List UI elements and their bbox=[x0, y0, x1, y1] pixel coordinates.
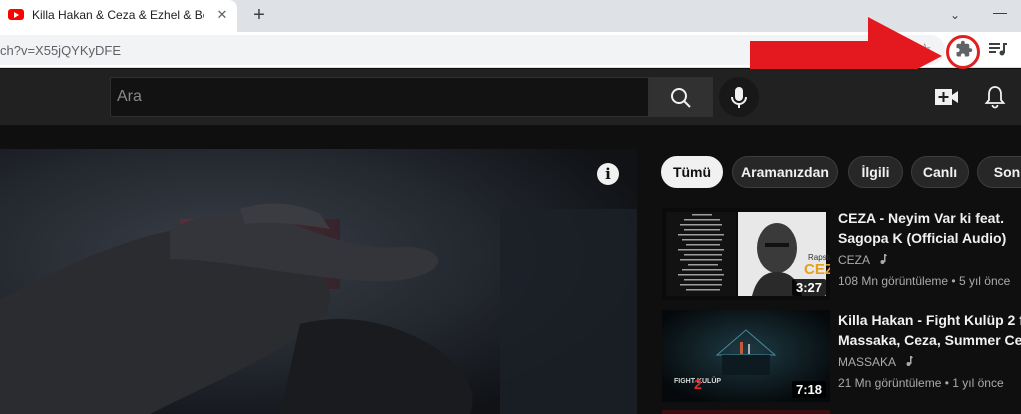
recommendation-item[interactable]: FIGHT KULÜP 2 7:18 Killa Hakan - Fight K… bbox=[662, 310, 1021, 402]
duration-badge: 7:18 bbox=[791, 381, 826, 398]
channel-name[interactable]: CEZA bbox=[838, 253, 887, 267]
recommendation-item[interactable]: Rapstar CEZA 3:27 CEZA - Neyim Var ki fe… bbox=[662, 208, 1021, 300]
video-thumbnail[interactable]: FIGHT KULÜP 2 7:18 bbox=[662, 310, 830, 402]
search-input[interactable] bbox=[111, 78, 648, 116]
chip-related[interactable]: İlgili bbox=[848, 156, 903, 188]
voice-search-button[interactable] bbox=[719, 77, 759, 117]
music-note-icon bbox=[906, 356, 913, 366]
video-meta: 108 Mn görüntüleme • 5 yıl önce bbox=[838, 274, 1011, 288]
info-icon[interactable]: i bbox=[597, 163, 619, 185]
filter-chips: Tümü Aramanızdan İlgili Canlı Son bbox=[661, 156, 1021, 190]
youtube-header bbox=[0, 69, 1021, 125]
video-meta: 21 Mn görüntüleme • 1 yıl önce bbox=[838, 376, 1004, 390]
duration-badge: 3:27 bbox=[791, 279, 826, 296]
microphone-icon bbox=[731, 87, 747, 108]
search-box bbox=[110, 77, 649, 117]
video-title[interactable]: Killa Hakan - Fight Kulüp 2 ft. Massaka,… bbox=[838, 310, 1021, 350]
video-thumbnail[interactable] bbox=[662, 410, 830, 414]
chip-from-search[interactable]: Aramanızdan bbox=[732, 156, 838, 188]
chip-recent[interactable]: Son bbox=[977, 156, 1021, 188]
svg-text:2: 2 bbox=[694, 376, 702, 392]
chip-live[interactable]: Canlı bbox=[911, 156, 969, 188]
url-text: ch?v=X55jQYKyDFE bbox=[0, 43, 122, 58]
tab-title: Killa Hakan & Ceza & Ezhel & Be bbox=[32, 8, 204, 22]
extensions-puzzle-icon[interactable] bbox=[952, 37, 976, 61]
notifications-bell-icon[interactable] bbox=[983, 84, 1007, 110]
search-icon bbox=[671, 88, 691, 108]
new-tab-button[interactable]: + bbox=[247, 3, 271, 27]
svg-text:CEZA: CEZA bbox=[804, 261, 830, 278]
chip-all[interactable]: Tümü bbox=[661, 156, 723, 188]
minimize-button[interactable] bbox=[988, 2, 1012, 26]
screen: Killa Hakan & Ceza & Ezhel & Be ✕ + ⌄ ch… bbox=[0, 0, 1021, 414]
video-frame bbox=[0, 149, 637, 414]
video-title[interactable]: CEZA - Neyim Var ki feat. Sagopa K (Offi… bbox=[838, 208, 1021, 248]
media-queue-icon[interactable] bbox=[986, 37, 1010, 61]
channel-name[interactable]: MASSAKA bbox=[838, 355, 913, 369]
browser-tab[interactable]: Killa Hakan & Ceza & Ezhel & Be ✕ bbox=[0, 0, 237, 32]
search-button[interactable] bbox=[649, 77, 713, 117]
video-player[interactable] bbox=[0, 149, 637, 414]
music-note-icon bbox=[880, 254, 887, 264]
video-thumbnail[interactable]: Rapstar CEZA 3:27 bbox=[662, 208, 830, 300]
create-video-icon[interactable] bbox=[933, 85, 959, 109]
close-tab-icon[interactable]: ✕ bbox=[213, 6, 231, 24]
youtube-favicon-icon bbox=[8, 9, 24, 20]
